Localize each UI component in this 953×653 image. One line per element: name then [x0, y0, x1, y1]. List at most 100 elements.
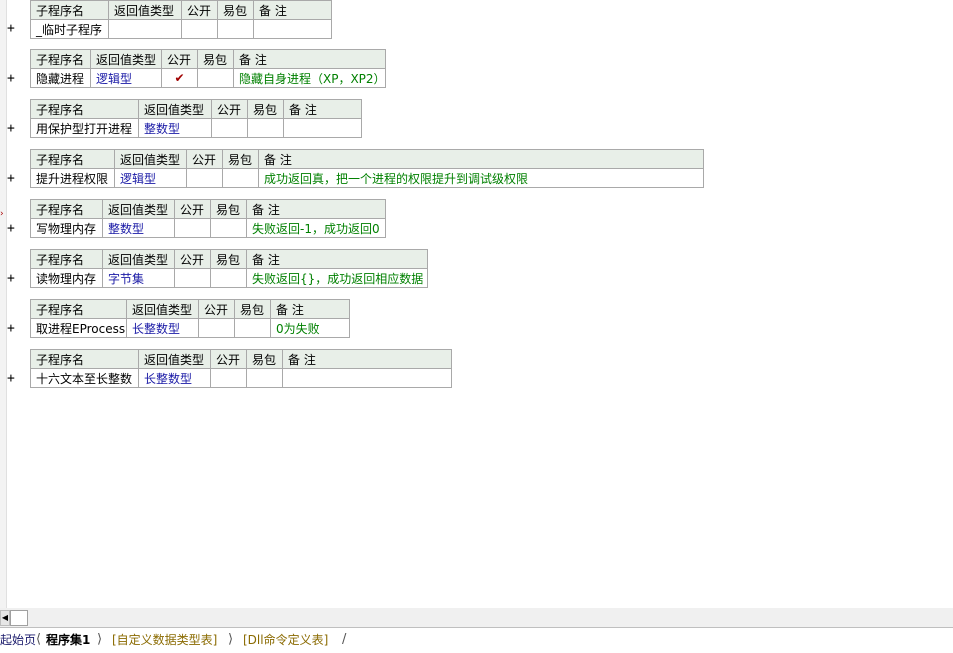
tab-separator-icon: ⟩ — [228, 632, 234, 647]
table-row[interactable]: 读物理内存 字节集 失败返回{}，成功返回相应数据 — [30, 268, 428, 288]
header-name: 子程序名 — [30, 249, 103, 269]
table-row[interactable]: _临时子程序 — [30, 19, 332, 39]
header-return-type: 返回值类型 — [126, 299, 199, 319]
subroutine-table: 子程序名 返回值类型 公开 易包 备 注 提升进程权限 逻辑型 成功返回真，把一… — [30, 149, 704, 188]
tab-custom-data-types[interactable]: [自定义数据类型表] — [112, 631, 217, 649]
procedure-name[interactable]: _临时子程序 — [30, 19, 109, 39]
header-return-type: 返回值类型 — [90, 49, 162, 69]
table-row[interactable]: 提升进程权限 逻辑型 成功返回真，把一个进程的权限提升到调试级权限 — [30, 168, 704, 188]
public-cell[interactable] — [198, 318, 235, 338]
header-public: 公开 — [198, 299, 235, 319]
header-note: 备 注 — [246, 199, 386, 219]
note-cell[interactable]: 失败返回-1，成功返回0 — [246, 218, 386, 238]
note-cell[interactable] — [282, 368, 452, 388]
note-cell[interactable]: 失败返回{}，成功返回相应数据 — [246, 268, 428, 288]
return-type-cell[interactable]: 长整数型 — [126, 318, 199, 338]
easy-pack-cell[interactable] — [197, 68, 234, 88]
table-header-row: 子程序名 返回值类型 公开 易包 备 注 — [30, 149, 704, 169]
scroll-left-arrow-icon[interactable]: ◀ — [0, 610, 10, 626]
subroutine-table: 子程序名 返回值类型 公开 易包 备 注 _临时子程序 — [30, 0, 332, 39]
procedure-name[interactable]: 取进程EProcess — [30, 318, 127, 338]
header-easy-pack: 易包 — [217, 0, 254, 20]
expand-toggle[interactable]: + — [7, 172, 15, 186]
note-cell[interactable]: 隐藏自身进程（XP，XP2） — [233, 68, 386, 88]
expand-toggle[interactable]: + — [7, 222, 15, 236]
table-row[interactable]: 隐藏进程 逻辑型 ✔ 隐藏自身进程（XP，XP2） — [30, 68, 386, 88]
subroutine-table: 子程序名 返回值类型 公开 易包 备 注 用保护型打开进程 整数型 — [30, 99, 362, 138]
header-return-type: 返回值类型 — [102, 199, 175, 219]
subroutine-table: 子程序名 返回值类型 公开 易包 备 注 写物理内存 整数型 失败返回-1，成功… — [30, 199, 386, 238]
procedure-name[interactable]: 用保护型打开进程 — [30, 118, 139, 138]
note-cell[interactable] — [283, 118, 362, 138]
procedure-name[interactable]: 十六文本至长整数 — [30, 368, 139, 388]
easy-pack-cell[interactable] — [247, 118, 284, 138]
table-row[interactable]: 用保护型打开进程 整数型 — [30, 118, 362, 138]
return-type-cell[interactable]: 整数型 — [138, 118, 212, 138]
note-cell[interactable]: 0为失败 — [270, 318, 350, 338]
table-row[interactable]: 十六文本至长整数 长整数型 — [30, 368, 452, 388]
public-cell[interactable] — [211, 118, 248, 138]
expand-toggle[interactable]: + — [7, 322, 15, 336]
table-row[interactable]: 取进程EProcess 长整数型 0为失败 — [30, 318, 350, 338]
return-type-cell[interactable]: 长整数型 — [138, 368, 211, 388]
header-return-type: 返回值类型 — [138, 349, 211, 369]
return-type-cell[interactable]: 字节集 — [102, 268, 175, 288]
return-type-cell[interactable]: 逻辑型 — [90, 68, 162, 88]
header-note: 备 注 — [282, 349, 452, 369]
easy-pack-cell[interactable] — [246, 368, 283, 388]
header-public: 公开 — [210, 349, 247, 369]
document-tab-bar: 起始页 ⟨ 程序集1 ⟩ [自定义数据类型表] ⟩ [Dll命令定义表] / — [0, 627, 953, 653]
procedure-name[interactable]: 读物理内存 — [30, 268, 103, 288]
header-easy-pack: 易包 — [246, 349, 283, 369]
expand-toggle[interactable]: + — [7, 372, 15, 386]
header-return-type: 返回值类型 — [102, 249, 175, 269]
public-cell[interactable] — [174, 218, 211, 238]
subroutine-table: 子程序名 返回值类型 公开 易包 备 注 隐藏进程 逻辑型 ✔ 隐藏自身进程（X… — [30, 49, 386, 88]
scrollbar-thumb[interactable] — [10, 610, 28, 626]
procedure-name[interactable]: 提升进程权限 — [30, 168, 115, 188]
tab-separator-icon: ⟩ — [97, 632, 103, 647]
header-public: 公开 — [181, 0, 218, 20]
public-cell[interactable] — [186, 168, 223, 188]
header-name: 子程序名 — [30, 299, 127, 319]
expand-toggle[interactable]: + — [7, 22, 15, 36]
easy-pack-cell[interactable] — [210, 218, 247, 238]
header-return-type: 返回值类型 — [114, 149, 187, 169]
easy-pack-cell[interactable] — [210, 268, 247, 288]
public-cell[interactable] — [210, 368, 247, 388]
expand-toggle[interactable]: + — [7, 122, 15, 136]
header-name: 子程序名 — [30, 0, 109, 20]
public-cell[interactable] — [174, 268, 211, 288]
horizontal-scrollbar[interactable]: ◀ — [0, 608, 953, 627]
easy-pack-cell[interactable] — [234, 318, 271, 338]
return-type-cell[interactable]: 整数型 — [102, 218, 175, 238]
subroutine-table: 子程序名 返回值类型 公开 易包 备 注 取进程EProcess 长整数型 0为… — [30, 299, 350, 338]
header-easy-pack: 易包 — [197, 49, 234, 69]
table-header-row: 子程序名 返回值类型 公开 易包 备 注 — [30, 0, 332, 20]
return-type-cell[interactable]: 逻辑型 — [114, 168, 187, 188]
tab-start-page[interactable]: 起始页 — [0, 631, 36, 649]
tab-program-set[interactable]: 程序集1 — [46, 631, 90, 649]
header-name: 子程序名 — [30, 199, 103, 219]
header-public: 公开 — [211, 99, 248, 119]
header-note: 备 注 — [233, 49, 386, 69]
procedure-name[interactable]: 隐藏进程 — [30, 68, 91, 88]
code-editor[interactable]: › + 子程序名 返回值类型 公开 易包 备 注 _临时子程序 + 子程序名 返… — [0, 0, 953, 608]
table-header-row: 子程序名 返回值类型 公开 易包 备 注 — [30, 299, 350, 319]
header-public: 公开 — [174, 249, 211, 269]
easy-pack-cell[interactable] — [217, 19, 254, 39]
easy-pack-cell[interactable] — [222, 168, 259, 188]
header-easy-pack: 易包 — [247, 99, 284, 119]
expand-toggle[interactable]: + — [7, 272, 15, 286]
tab-dll-commands[interactable]: [Dll命令定义表] — [243, 631, 328, 649]
note-cell[interactable]: 成功返回真，把一个进程的权限提升到调试级权限 — [258, 168, 704, 188]
expand-toggle[interactable]: + — [7, 72, 15, 86]
public-cell[interactable] — [181, 19, 218, 39]
procedure-name[interactable]: 写物理内存 — [30, 218, 103, 238]
table-row[interactable]: 写物理内存 整数型 失败返回-1，成功返回0 — [30, 218, 386, 238]
header-name: 子程序名 — [30, 349, 139, 369]
return-type-cell[interactable] — [108, 19, 182, 39]
public-check-icon[interactable]: ✔ — [161, 68, 198, 88]
tab-separator-icon: / — [342, 632, 347, 647]
note-cell[interactable] — [253, 19, 332, 39]
